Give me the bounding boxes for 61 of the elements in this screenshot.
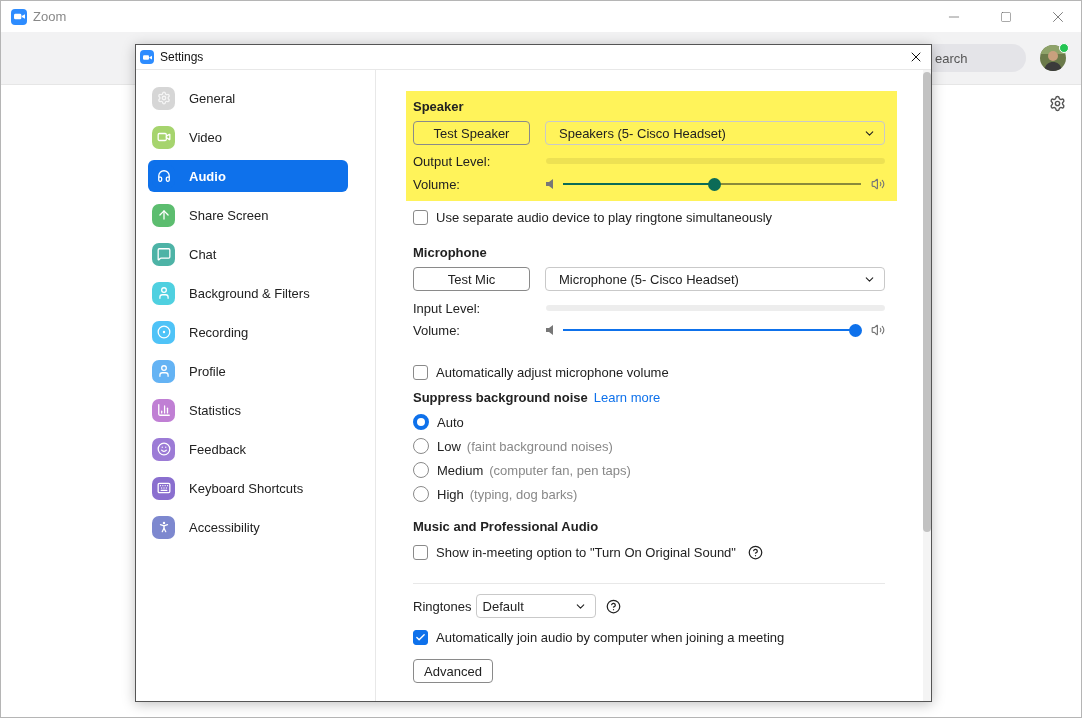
checkbox-label: Automatically join audio by computer when joining a meeting: [436, 629, 785, 645]
advanced-button[interactable]: Advanced: [413, 659, 493, 683]
sidebar-item[interactable]: Audio: [148, 160, 348, 192]
radio-hint: (computer fan, pen taps): [489, 462, 631, 478]
checkbox-label: Automatically adjust microphone volume: [436, 364, 669, 380]
sidebar-item[interactable]: Feedback: [148, 433, 348, 465]
sidebar-item[interactable]: Video: [148, 121, 348, 153]
ringtone-dropdown[interactable]: Default: [475, 594, 596, 618]
status-dot: [1059, 43, 1069, 53]
sidebar-item[interactable]: Chat: [148, 238, 348, 270]
checkbox[interactable]: [413, 544, 428, 560]
radio-label: Medium: [437, 462, 484, 478]
volume-label: Volume:: [413, 322, 461, 338]
dialog-title: Settings: [160, 50, 205, 64]
sidebar-item[interactable]: Profile: [148, 355, 348, 387]
test-button[interactable]: Test Mic: [413, 267, 530, 291]
radio-hint: (faint background noises): [466, 438, 613, 454]
volume-label: Volume:: [413, 176, 461, 192]
scrollbar[interactable]: [923, 70, 931, 701]
sidebar-item[interactable]: Keyboard Shortcuts: [148, 472, 348, 504]
settings-icon[interactable]: [1049, 95, 1066, 112]
app-title: Zoom: [33, 9, 68, 24]
radio-label: Auto: [437, 414, 464, 430]
device-dropdown[interactable]: Speakers (5- Cisco Headset): [545, 121, 885, 145]
help-icon[interactable]: [747, 544, 763, 560]
check-icon: [415, 631, 426, 643]
checkbox[interactable]: [413, 209, 428, 225]
learn-more-link[interactable]: Learn more: [593, 390, 661, 405]
sidebar-item[interactable]: Background & Filters: [148, 277, 348, 309]
checkbox[interactable]: [413, 629, 428, 645]
checkbox-label: Show in-meeting option to "Turn On Original Sound": [436, 544, 736, 560]
help-icon[interactable]: [605, 598, 621, 614]
zoom-logo-icon: [11, 8, 27, 25]
checkbox[interactable]: [413, 364, 428, 380]
section-heading: Speaker: [413, 98, 465, 116]
sidebar-item[interactable]: Share Screen: [148, 199, 348, 231]
section-heading: Microphone: [413, 244, 488, 262]
radio-hint: (typing, dog barks): [469, 486, 578, 502]
maximize-icon[interactable]: [1000, 10, 1012, 23]
zoom-logo-icon: [140, 50, 154, 64]
sidebar-item[interactable]: Statistics: [148, 394, 348, 426]
level-label: Input Level:: [413, 300, 482, 316]
speaker-loud-icon: [871, 323, 885, 337]
slider-thumb[interactable]: [848, 323, 862, 337]
test-button[interactable]: Test Speaker: [413, 121, 530, 145]
sidebar-item[interactable]: Recording: [148, 316, 348, 348]
slider-thumb[interactable]: [708, 177, 722, 191]
device-dropdown[interactable]: Microphone (5- Cisco Headset): [545, 267, 885, 291]
radio-label: Low: [437, 438, 461, 454]
sidebar-item[interactable]: Accessibility: [148, 511, 348, 543]
radio-label: High: [437, 486, 464, 502]
radio-button[interactable]: [413, 414, 429, 430]
checkbox-label: Use separate audio device to play ringtone simultaneously: [436, 209, 773, 225]
field-label: Ringtones: [413, 598, 472, 614]
section-heading: Suppress background noise: [413, 390, 588, 405]
level-label: Output Level:: [413, 153, 492, 169]
speaker-low-icon: [546, 325, 553, 335]
speaker-loud-icon: [871, 177, 885, 191]
speaker-low-icon: [546, 179, 553, 189]
sidebar-item[interactable]: General: [148, 82, 348, 114]
section-heading: Music and Professional Audio: [413, 518, 600, 536]
